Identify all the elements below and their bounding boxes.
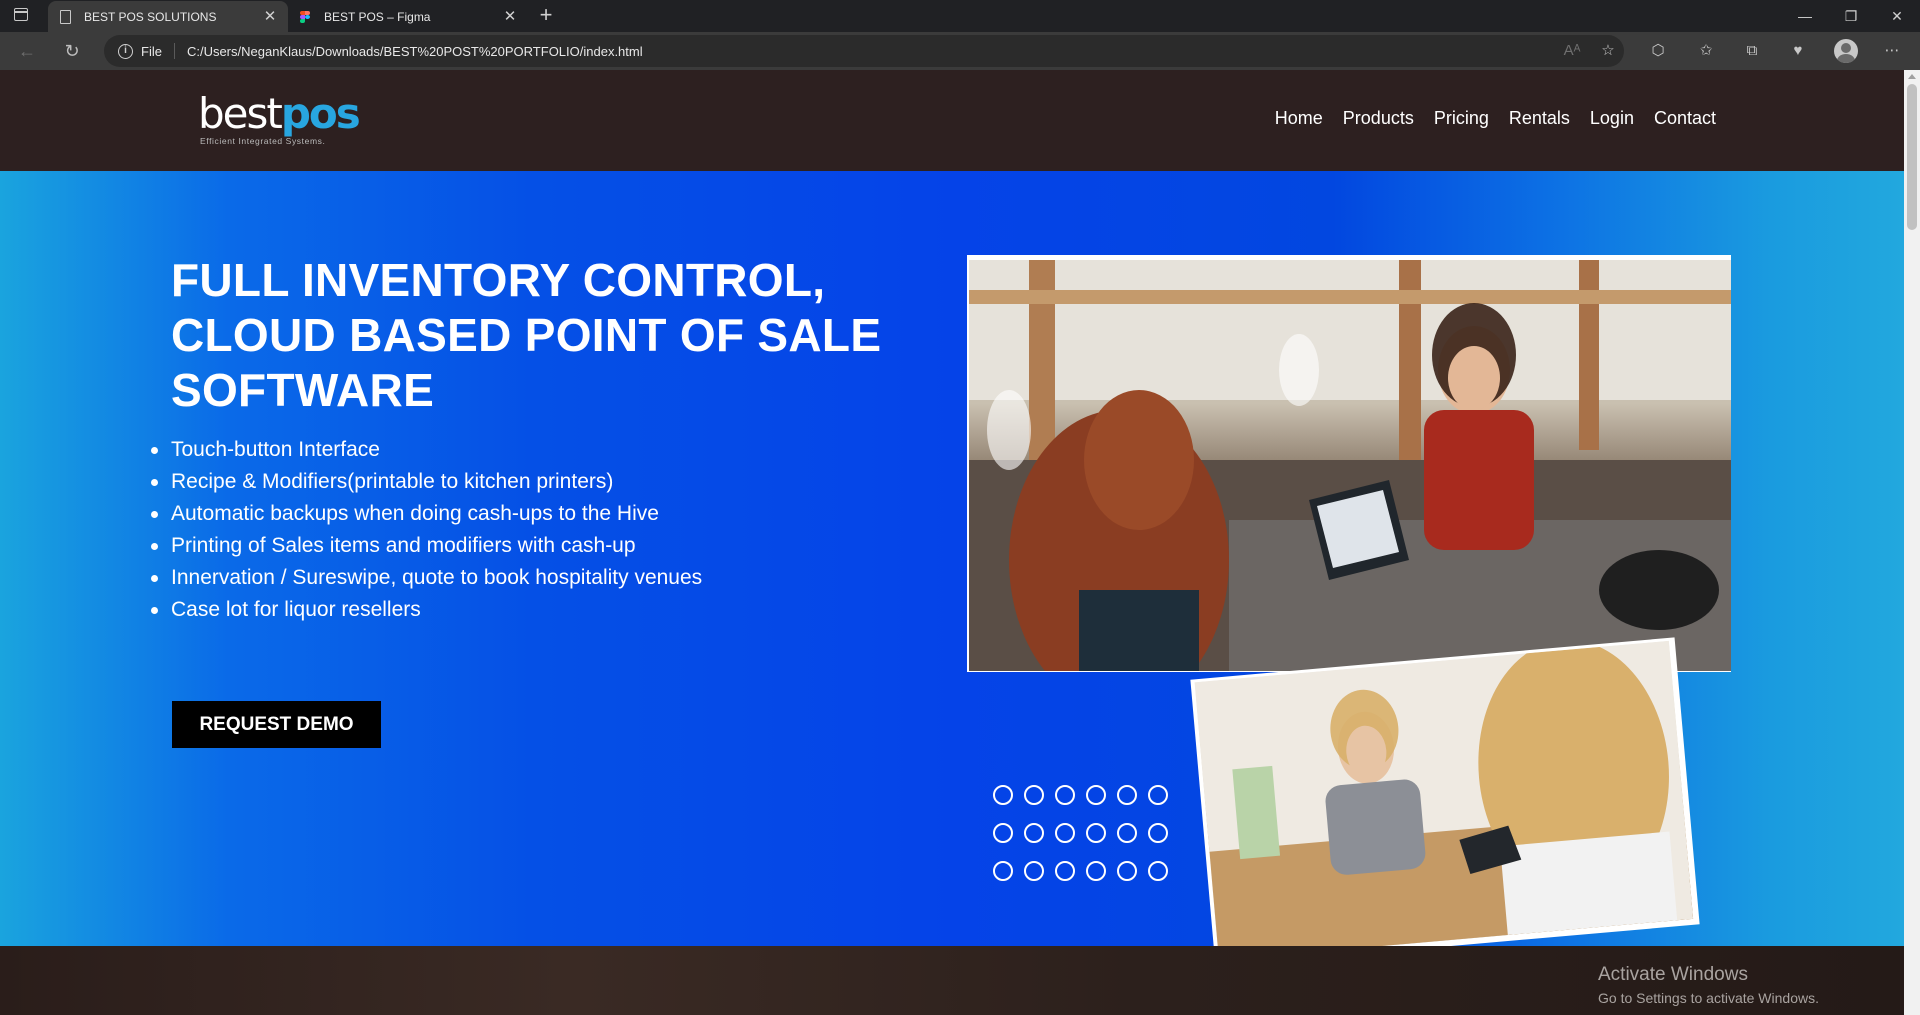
feature-list: Touch-button Interface Recipe & Modifier… <box>150 434 702 626</box>
close-tab-icon[interactable]: ✕ <box>262 8 278 25</box>
tab-best-pos-solutions[interactable]: BEST POS SOLUTIONS ✕ <box>48 1 288 32</box>
new-tab-icon[interactable]: + <box>534 4 558 28</box>
hero-photo-shop-counter <box>1190 637 1700 967</box>
feature-item: Recipe & Modifiers(printable to kitchen … <box>150 466 702 498</box>
watermark-title: Activate Windows <box>1598 964 1748 985</box>
nav-rentals[interactable]: Rentals <box>1509 108 1570 129</box>
favorites-icon[interactable]: ✩ <box>1694 39 1718 63</box>
url-text[interactable]: C:/Users/NeganKlaus/Downloads/BEST%20POS… <box>187 44 643 59</box>
browser-toolbar: ← ↻ i File C:/Users/NeganKlaus/Downloads… <box>0 32 1920 70</box>
site-logo[interactable]: bestpos Efficient Integrated Systems. <box>198 93 361 147</box>
feature-item: Case lot for liquor resellers <box>150 594 702 626</box>
nav-home[interactable]: Home <box>1275 108 1323 129</box>
nav-products[interactable]: Products <box>1343 108 1414 129</box>
more-menu-icon[interactable]: ⋯ <box>1880 39 1904 63</box>
minimize-icon[interactable]: — <box>1782 4 1828 28</box>
logo-pos: pos <box>280 89 361 138</box>
hero-section: FULL INVENTORY CONTROL, CLOUD BASED POIN… <box>0 171 1904 967</box>
watermark-subtitle: Go to Settings to activate Windows. <box>1598 990 1819 1006</box>
feature-item: Automatic backups when doing cash-ups to… <box>150 498 702 530</box>
hero-photo-salon-checkout <box>967 255 1731 672</box>
divider <box>173 43 175 59</box>
logo-best: best <box>198 89 283 138</box>
refresh-icon[interactable]: ↻ <box>60 39 84 63</box>
browser-essentials-icon[interactable]: ♥ <box>1786 39 1810 63</box>
close-window-icon[interactable]: ✕ <box>1874 4 1920 28</box>
activate-windows-watermark: Activate Windows Go to Settings to activ… <box>1598 946 1819 1006</box>
collections-icon[interactable]: ⧉ <box>1740 39 1764 63</box>
shop-photo-illustration <box>1194 640 1694 961</box>
page-viewport: bestpos Efficient Integrated Systems. Ho… <box>0 70 1904 1015</box>
scroll-up-arrow-icon[interactable] <box>1908 74 1916 79</box>
scroll-thumb[interactable] <box>1907 84 1917 230</box>
close-tab-icon[interactable]: ✕ <box>502 8 518 25</box>
main-nav: Home Products Pricing Rentals Login Cont… <box>1275 108 1716 129</box>
address-bar[interactable]: i File C:/Users/NeganKlaus/Downloads/BES… <box>104 35 1624 67</box>
page-scrollbar[interactable] <box>1904 70 1920 1015</box>
hero-heading: FULL INVENTORY CONTROL, CLOUD BASED POIN… <box>171 254 882 416</box>
tab-best-pos-figma[interactable]: BEST POS – Figma ✕ <box>288 1 528 32</box>
info-icon[interactable]: i <box>118 43 133 59</box>
tab-actions-icon[interactable] <box>14 8 28 21</box>
browser-tab-bar: BEST POS SOLUTIONS ✕ BEST POS – Figma ✕ … <box>0 0 1920 32</box>
salon-photo-illustration <box>969 260 1731 671</box>
nav-login[interactable]: Login <box>1590 108 1634 129</box>
extensions-icon[interactable]: ⬡ <box>1646 39 1670 63</box>
tab-title: BEST POS SOLUTIONS <box>84 9 217 24</box>
back-icon[interactable]: ← <box>15 39 39 63</box>
request-demo-button[interactable]: REQUEST DEMO <box>172 701 381 748</box>
document-icon <box>58 9 72 24</box>
site-header: bestpos Efficient Integrated Systems. Ho… <box>0 70 1904 171</box>
feature-item: Printing of Sales items and modifiers wi… <box>150 530 702 562</box>
feature-item: Touch-button Interface <box>150 434 702 466</box>
profile-avatar[interactable] <box>1834 39 1858 63</box>
scheme-label: File <box>141 43 162 59</box>
restore-icon[interactable]: ❐ <box>1828 4 1874 28</box>
nav-contact[interactable]: Contact <box>1654 108 1716 129</box>
nav-pricing[interactable]: Pricing <box>1434 108 1489 129</box>
figma-icon <box>298 10 312 24</box>
feature-item: Innervation / Sureswipe, quote to book h… <box>150 562 702 594</box>
decorative-dot-grid <box>993 785 1168 881</box>
add-favorite-icon[interactable]: ☆ <box>1596 39 1620 63</box>
tab-title: BEST POS – Figma <box>324 9 431 24</box>
read-aloud-icon[interactable]: Aᴬ <box>1560 39 1584 63</box>
